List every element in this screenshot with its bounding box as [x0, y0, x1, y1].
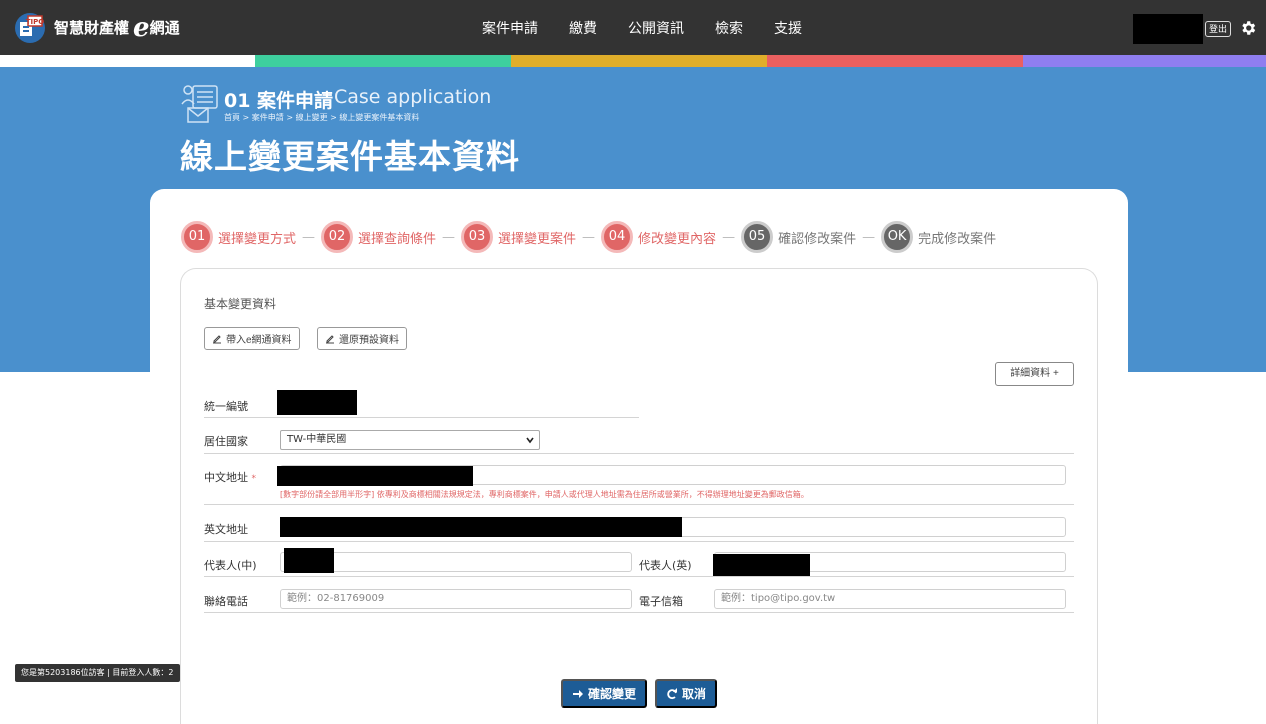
phone-label: 聯絡電話 [204, 593, 248, 609]
email-label: 電子信箱 [639, 593, 683, 609]
step-separator: — [862, 230, 875, 245]
stripe-red [767, 55, 1023, 67]
step-label: 選擇查詢條件 [358, 228, 436, 247]
breadcrumb[interactable]: 首頁 > 案件申請 > 線上變更 > 線上變更案件基本資料 [224, 112, 419, 123]
visitor-counter: 您是第5203186位訪客 | 目前登入人數：2 [15, 664, 180, 682]
step-04: 04 修改變更內容 [601, 221, 716, 253]
divider [204, 504, 1074, 505]
rep-cn-value-redacted [284, 548, 334, 573]
confirm-change-button[interactable]: 確認變更 [561, 679, 647, 708]
svg-text:TIPO: TIPO [26, 18, 45, 26]
rep-en-label: 代表人(英) [639, 557, 692, 573]
step-01: 01 選擇變更方式 [181, 221, 296, 253]
divider [204, 417, 639, 418]
form-heading: 基本變更資料 [204, 295, 276, 312]
step-number: OK [881, 221, 913, 253]
step-separator: — [302, 230, 315, 245]
logo-suffix: 網通 [150, 19, 180, 37]
step-number: 01 [181, 221, 213, 253]
reset-data-label: 還原預設資料 [339, 331, 399, 346]
progress-steps: 01 選擇變更方式 — 02 選擇查詢條件 — 03 選擇變更案件 — 04 修… [181, 221, 996, 253]
step-number: 02 [321, 221, 353, 253]
refresh-icon [666, 688, 678, 700]
nav-case-application[interactable]: 案件申請 [482, 18, 538, 38]
cn-address-value-redacted [277, 466, 473, 486]
section-number: 01 案件申請 [224, 86, 333, 113]
divider [204, 541, 1074, 542]
step-number: 03 [461, 221, 493, 253]
stripe-purple [1023, 55, 1266, 67]
nav-search[interactable]: 檢索 [715, 18, 743, 38]
step-label: 選擇變更案件 [498, 228, 576, 247]
divider [204, 612, 1074, 613]
page-title: 線上變更案件基本資料 [180, 130, 520, 178]
cancel-label: 取消 [682, 685, 706, 702]
rep-cn-label: 代表人(中) [204, 557, 257, 573]
logo-title: 智慧財產權 [54, 19, 129, 37]
step-separator: — [582, 230, 595, 245]
nav-payment[interactable]: 繳費 [569, 18, 597, 38]
logo-e-mark: e [133, 13, 150, 43]
step-ok: OK 完成修改案件 [881, 221, 996, 253]
user-name-redacted [1133, 14, 1203, 44]
chevron-down-icon [525, 435, 535, 445]
confirm-change-label: 確認變更 [588, 685, 636, 702]
edit-icon [212, 334, 222, 344]
country-select[interactable]: TW-中華民國 [280, 430, 540, 450]
cn-address-label: 中文地址 * [204, 469, 256, 485]
step-label: 選擇變更方式 [218, 228, 296, 247]
step-03: 03 選擇變更案件 [461, 221, 576, 253]
stripe-yellow [511, 55, 767, 67]
rep-en-value-redacted [713, 554, 810, 576]
en-address-label: 英文地址 [204, 521, 248, 537]
step-number: 04 [601, 221, 633, 253]
country-label: 居住國家 [204, 433, 248, 449]
step-number: 05 [741, 221, 773, 253]
country-select-value: TW-中華民國 [287, 434, 346, 445]
stripe-green [255, 55, 511, 67]
divider [204, 576, 1074, 577]
required-mark: * [252, 474, 257, 484]
phone-input[interactable]: 範例：02-81769009 [280, 589, 632, 609]
divider [204, 453, 1074, 454]
address-note: [數字部份請全部用半形字] 依專利及商標相關法規規定法，專利商標案件，申請人或代… [280, 489, 809, 500]
reset-data-button[interactable]: 還原預設資料 [317, 327, 407, 350]
tax-id-label: 統一編號 [204, 398, 248, 414]
case-application-icon [180, 84, 220, 124]
tipo-logo-icon: TIPO [14, 12, 46, 44]
step-02: 02 選擇查詢條件 [321, 221, 436, 253]
step-separator: — [722, 230, 735, 245]
import-data-label: 帶入e網通資料 [226, 331, 292, 346]
section-english-title: Case application [334, 86, 491, 108]
step-05: 05 確認修改案件 [741, 221, 856, 253]
en-address-value-redacted [280, 517, 682, 537]
step-separator: — [442, 230, 455, 245]
gear-icon[interactable] [1239, 19, 1257, 37]
email-input[interactable]: 範例：tipo@tipo.gov.tw [714, 589, 1066, 609]
import-data-button[interactable]: 帶入e網通資料 [204, 327, 300, 350]
cn-address-label-text: 中文地址 [204, 471, 248, 484]
edit-icon [325, 334, 335, 344]
site-logo[interactable]: TIPO 智慧財產權e網通 [14, 12, 180, 44]
nav-public-info[interactable]: 公開資訊 [628, 18, 684, 38]
detail-button[interactable]: 詳細資料 + [995, 362, 1074, 386]
top-navbar: TIPO 智慧財產權e網通 案件申請 繳費 公開資訊 檢索 支援 登出 [0, 0, 1266, 55]
arrow-right-icon [572, 688, 584, 700]
cancel-button[interactable]: 取消 [655, 679, 717, 708]
step-label: 完成修改案件 [918, 228, 996, 247]
main-nav: 案件申請 繳費 公開資訊 檢索 支援 [482, 18, 833, 38]
logout-button[interactable]: 登出 [1205, 21, 1231, 37]
tax-id-value-redacted [277, 390, 357, 415]
nav-support[interactable]: 支援 [774, 18, 802, 38]
step-label: 確認修改案件 [778, 228, 856, 247]
step-label: 修改變更內容 [638, 228, 716, 247]
